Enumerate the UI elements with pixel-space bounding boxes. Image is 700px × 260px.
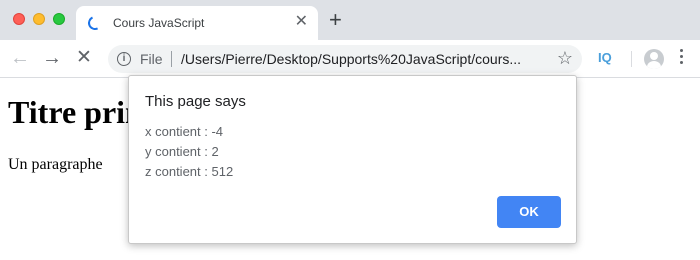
url-text[interactable]: /Users/Pierre/Desktop/Supports%20JavaScr… [181,51,546,67]
browser-toolbar: ← → ✕ i File /Users/Pierre/Desktop/Suppo… [0,40,700,78]
close-icon[interactable]: ✕ [295,14,308,30]
omnibox-divider [171,51,172,67]
loading-spinner-icon [86,14,104,32]
address-bar[interactable]: i File /Users/Pierre/Desktop/Supports%20… [108,45,582,73]
bookmark-star-icon[interactable]: ☆ [557,48,573,68]
stop-loading-icon[interactable]: ✕ [76,47,92,69]
minimize-window-button[interactable] [33,13,45,25]
dialog-message-line: x contient : -4 [145,124,224,139]
tab-active[interactable]: Cours JavaScript ✕ [76,6,318,40]
dialog-message-line: y contient : 2 [145,144,219,159]
more-menu-icon[interactable] [680,49,684,67]
forward-arrow-icon[interactable]: → [42,47,62,69]
url-scheme-label: File [140,51,163,67]
tab-strip: Cours JavaScript ✕ + [0,0,700,40]
toolbar-divider [631,51,632,67]
maximize-window-button[interactable] [53,13,65,25]
extension-iq-icon[interactable]: IQ [598,50,612,65]
close-window-button[interactable] [13,13,25,25]
tab-title: Cours JavaScript [113,16,205,30]
dialog-title: This page says [145,93,246,110]
plus-icon[interactable]: + [329,9,342,31]
dialog-message-line: z contient : 512 [145,164,234,179]
info-icon[interactable]: i [117,52,131,66]
back-arrow-icon[interactable]: ← [10,47,30,69]
page-paragraph: Un paragraphe [8,156,103,173]
alert-dialog: This page says x contient : -4 y contien… [128,75,577,244]
profile-avatar-icon[interactable] [644,49,664,69]
ok-button[interactable]: OK [497,196,561,228]
